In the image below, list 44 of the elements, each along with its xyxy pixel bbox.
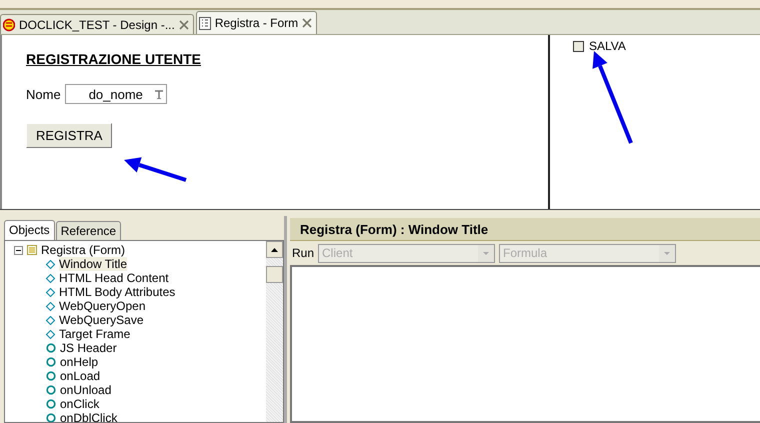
action-item[interactable]: SALVA [589, 39, 626, 53]
tree-item[interactable]: JS Header [60, 341, 117, 355]
tree-item[interactable]: Window Title [59, 257, 128, 271]
form-heading: REGISTRAZIONE UTENTE [26, 51, 202, 67]
circle-icon [46, 357, 56, 367]
form-icon [198, 16, 211, 30]
tree-item[interactable]: Registra (Form) [41, 243, 126, 257]
circle-icon [46, 399, 56, 409]
tree-item[interactable]: WebQueryOpen [59, 299, 146, 313]
document-tab[interactable]: Registra - Form [196, 11, 318, 34]
panel-tab[interactable]: Objects [4, 220, 55, 240]
tree-item[interactable]: onClick [60, 397, 100, 411]
action-icon [573, 40, 584, 52]
scroll-thumb[interactable] [266, 266, 283, 283]
tree-item[interactable]: HTML Head Content [59, 271, 169, 285]
panel-tab[interactable]: Reference [56, 221, 122, 240]
collapse-icon[interactable] [14, 246, 23, 254]
close-icon[interactable] [302, 18, 312, 28]
document-tab[interactable]: DOCLICK_TEST - Design -... [0, 14, 194, 34]
tree-item[interactable]: onLoad [60, 369, 100, 383]
close-icon[interactable] [178, 20, 189, 30]
tree-item[interactable]: WebQuerySave [59, 313, 144, 327]
form-icon [27, 245, 37, 255]
tree-item[interactable]: Target Frame [59, 327, 130, 341]
scrollbar[interactable] [266, 241, 283, 422]
input-field[interactable]: do_nome [64, 84, 167, 104]
pane-title: Registra (Form) : Window Title [290, 218, 760, 241]
text-field-icon [154, 90, 163, 98]
circle-icon [46, 385, 56, 395]
tree-item[interactable]: onDblClick [60, 411, 118, 422]
circle-icon [46, 343, 56, 353]
register-button[interactable]: REGISTRA [26, 123, 112, 148]
pointer-arrow [124, 157, 187, 182]
caret-icon [478, 244, 494, 262]
code-editor[interactable] [290, 265, 760, 423]
field-label: Nome [26, 86, 61, 102]
tree-item[interactable]: onUnload [60, 383, 112, 397]
run-label: Run [292, 246, 314, 260]
database-icon [3, 18, 15, 32]
up-arrow-icon[interactable] [271, 248, 278, 252]
tree-item[interactable]: onHelp [60, 355, 98, 369]
tree-item[interactable]: HTML Body Attributes [59, 285, 176, 299]
circle-icon [46, 371, 56, 381]
caret-icon [659, 244, 676, 262]
